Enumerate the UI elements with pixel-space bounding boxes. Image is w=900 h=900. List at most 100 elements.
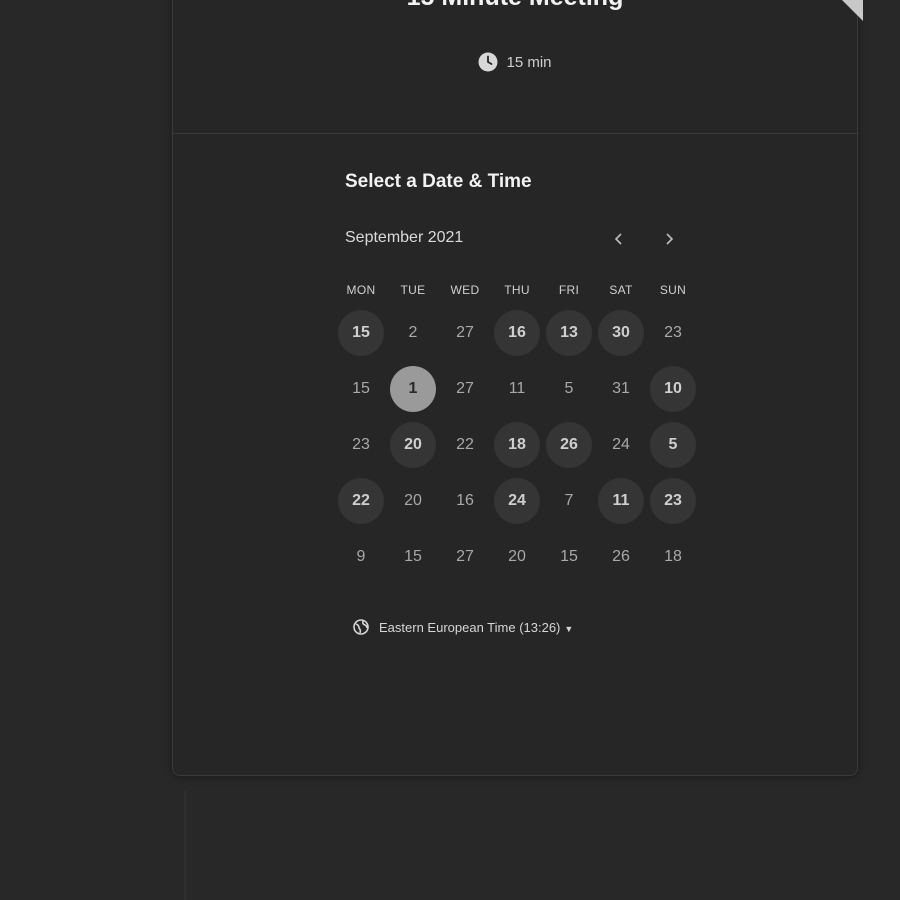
month-navigation: September 2021 xyxy=(345,227,697,251)
calendar-day-number: 15 xyxy=(404,548,422,565)
calendar-day-number: 1 xyxy=(390,366,436,412)
calendar-day: 23 xyxy=(335,417,387,473)
calendar-week-row: 15 1 27 11 5 31 10 xyxy=(335,361,699,417)
calendar-day[interactable]: 24 xyxy=(491,473,543,529)
weekday-label: SAT xyxy=(609,283,633,297)
calendar-week-row: 23 20 22 18 26 24 5 xyxy=(335,417,699,473)
calendar-day[interactable]: 26 xyxy=(543,417,595,473)
timezone-selector[interactable]: Eastern European Time (13:26) ▼ xyxy=(353,619,573,635)
calendar-day-number: 13 xyxy=(546,310,592,356)
background-divider xyxy=(184,790,187,900)
calendar-day: 15 xyxy=(335,361,387,417)
calendar-day: 7 xyxy=(543,473,595,529)
calendar-day: 11 xyxy=(491,361,543,417)
calendar-day-number: 9 xyxy=(356,548,366,565)
calendar-week-row: 22 20 16 24 7 11 23 xyxy=(335,473,699,529)
calendar-day-number: 15 xyxy=(560,548,578,565)
calendar-day: 27 xyxy=(439,529,491,585)
calendar-day-number: 18 xyxy=(664,548,682,565)
calendar-day[interactable]: 10 xyxy=(647,361,699,417)
caret-down-icon: ▼ xyxy=(564,623,574,634)
calendar-day-number: 22 xyxy=(456,436,474,453)
calendar-day: 15 xyxy=(387,529,439,585)
calendar-day[interactable]: 20 xyxy=(387,417,439,473)
calendar-day-number: 20 xyxy=(508,548,526,565)
calendar-week-row: 15 2 27 16 13 30 23 xyxy=(335,305,699,361)
globe-icon xyxy=(353,619,369,635)
calendar-day-number: 24 xyxy=(612,436,630,453)
calendar-grid: 15 2 27 16 13 30 23 15 1 27 11 5 31 10 23 20 22 18 26 24 5 22… xyxy=(335,305,699,585)
calendar-day-number: 5 xyxy=(564,380,574,397)
timezone-label: Eastern European Time (13:26) ▼ xyxy=(379,620,573,635)
calendar-day: 24 xyxy=(595,417,647,473)
calendar-day[interactable]: 16 xyxy=(491,305,543,361)
header-divider xyxy=(173,133,857,134)
calendar-day: 16 xyxy=(439,473,491,529)
calendar-day-number: 7 xyxy=(564,492,574,509)
calendar-day-number: 2 xyxy=(408,324,418,341)
event-duration: 15 min xyxy=(173,52,857,72)
calendar-day-number: 15 xyxy=(352,380,370,397)
next-month-button[interactable] xyxy=(657,227,681,251)
calendar-day: 20 xyxy=(387,473,439,529)
month-label: September 2021 xyxy=(345,229,464,246)
calendar-day-number: 20 xyxy=(390,422,436,468)
calendar-day-number: 10 xyxy=(650,366,696,412)
calendar-day[interactable]: 30 xyxy=(595,305,647,361)
calendar-day-number: 18 xyxy=(494,422,540,468)
calendar-day[interactable]: 15 xyxy=(335,305,387,361)
calendar-day[interactable]: 22 xyxy=(335,473,387,529)
calendar-day: 22 xyxy=(439,417,491,473)
timezone-text: Eastern European Time (13:26) xyxy=(379,619,561,635)
calendar-day[interactable]: 18 xyxy=(491,417,543,473)
calendar-day-number: 23 xyxy=(352,436,370,453)
calendar-day: 20 xyxy=(491,529,543,585)
calendar-day-number: 11 xyxy=(508,380,526,397)
weekday-label: SUN xyxy=(659,283,687,297)
calendar-day-number: 15 xyxy=(338,310,384,356)
calendar-day-selected[interactable]: 1 xyxy=(387,361,439,417)
weekday-label: FRI xyxy=(558,283,580,297)
event-title: 15 Minute Meeting xyxy=(173,0,857,12)
duration-label: 15 min xyxy=(506,53,552,71)
calendar-day-number: 20 xyxy=(404,492,422,509)
calendar-day: 27 xyxy=(439,305,491,361)
weekday-label: TUE xyxy=(400,283,426,297)
calendar-day: 31 xyxy=(595,361,647,417)
calendar-day-number: 27 xyxy=(456,380,474,397)
section-title: Select a Date & Time xyxy=(345,171,532,192)
calendar-day-number: 16 xyxy=(456,492,474,509)
chevron-left-icon xyxy=(614,233,622,245)
calendar-day: 23 xyxy=(647,305,699,361)
calendar-day[interactable]: 13 xyxy=(543,305,595,361)
calendar-day-number: 23 xyxy=(650,478,696,524)
calendar-day[interactable]: 11 xyxy=(595,473,647,529)
weekday-label: THU xyxy=(504,283,530,297)
chevron-right-icon xyxy=(666,233,674,245)
calendar-day: 26 xyxy=(595,529,647,585)
calendar-day: 15 xyxy=(543,529,595,585)
calendar-day-number: 5 xyxy=(650,422,696,468)
previous-month-button[interactable] xyxy=(607,227,631,251)
calendar-day-number: 27 xyxy=(456,548,474,565)
booking-card: 15 Minute Meeting 15 min Select a Date &… xyxy=(172,0,863,776)
clock-icon xyxy=(478,52,498,72)
calendar-day[interactable]: 5 xyxy=(647,417,699,473)
calendar-day-number: 31 xyxy=(612,380,630,397)
calendar-day-number: 23 xyxy=(664,324,682,341)
calendar-week-row: 9 15 27 20 15 26 18 xyxy=(335,529,699,585)
calendar-day: 18 xyxy=(647,529,699,585)
calendar-day-number: 26 xyxy=(612,548,630,565)
calendar-day[interactable]: 23 xyxy=(647,473,699,529)
calendar-day: 9 xyxy=(335,529,387,585)
calendar-day-number: 16 xyxy=(494,310,540,356)
calendar-day: 5 xyxy=(543,361,595,417)
calendar-day-number: 30 xyxy=(598,310,644,356)
weekday-label: MON xyxy=(346,283,376,297)
calendar-day-number: 22 xyxy=(338,478,384,524)
calendar-day-number: 11 xyxy=(598,478,644,524)
weekday-header: MON TUE WED THU FRI SAT SUN xyxy=(335,283,699,297)
calendar-day-number: 24 xyxy=(494,478,540,524)
calendar-day: 2 xyxy=(387,305,439,361)
calendar-day-number: 27 xyxy=(456,324,474,341)
